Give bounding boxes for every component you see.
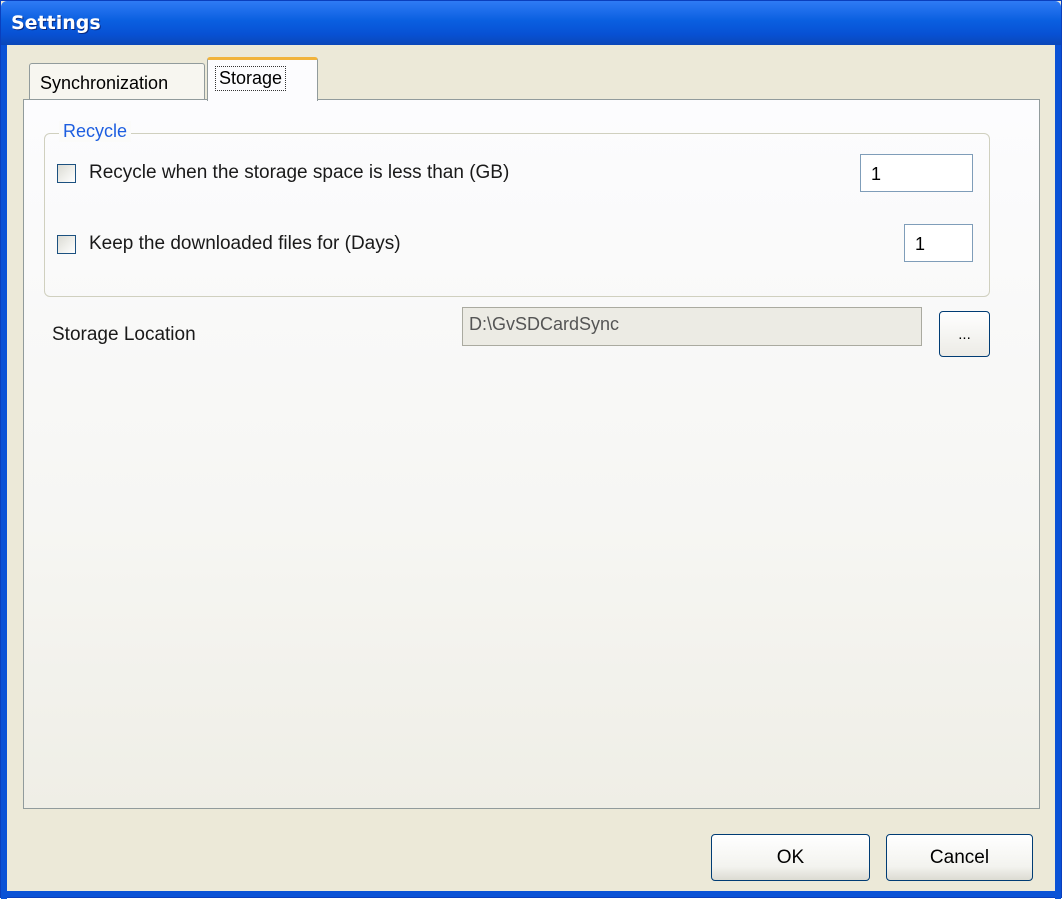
recycle-space-checkbox[interactable] <box>57 163 76 183</box>
tab-storage-label: Storage <box>215 66 287 91</box>
title-bar[interactable]: Settings <box>1 1 1061 45</box>
storage-tab-panel: Recycle Recycle when the storage space i… <box>23 99 1040 809</box>
recycle-group-legend: Recycle <box>59 121 132 142</box>
cancel-button[interactable]: Cancel <box>886 834 1033 881</box>
recycle-groupbox: Recycle Recycle when the storage space i… <box>44 121 990 297</box>
settings-dialog: Settings Synchronization Storage Recycle… <box>0 0 1062 899</box>
storage-location-field[interactable]: D:\GvSDCardSync <box>462 307 922 346</box>
ok-button[interactable]: OK <box>711 834 870 881</box>
recycle-space-option[interactable]: Recycle when the storage space is less t… <box>57 162 509 184</box>
keep-days-option[interactable]: Keep the downloaded files for (Days) <box>57 233 401 255</box>
recycle-space-label: Recycle when the storage space is less t… <box>89 162 510 183</box>
recycle-space-input[interactable]: 1 <box>860 154 973 192</box>
tab-storage[interactable]: Storage <box>207 57 318 101</box>
tab-synchronization-label: Synchronization <box>40 73 169 93</box>
window-title: Settings <box>11 12 101 34</box>
keep-days-input[interactable]: 1 <box>904 224 973 262</box>
window-frame-bottom <box>1 891 1061 897</box>
storage-location-label: Storage Location <box>52 324 196 345</box>
keep-days-checkbox[interactable] <box>57 234 76 254</box>
browse-button[interactable]: ... <box>939 311 990 357</box>
keep-days-label: Keep the downloaded files for (Days) <box>89 233 401 254</box>
tab-synchronization[interactable]: Synchronization <box>29 63 205 99</box>
window-frame-right <box>1055 45 1061 899</box>
window-frame-left <box>1 45 7 899</box>
